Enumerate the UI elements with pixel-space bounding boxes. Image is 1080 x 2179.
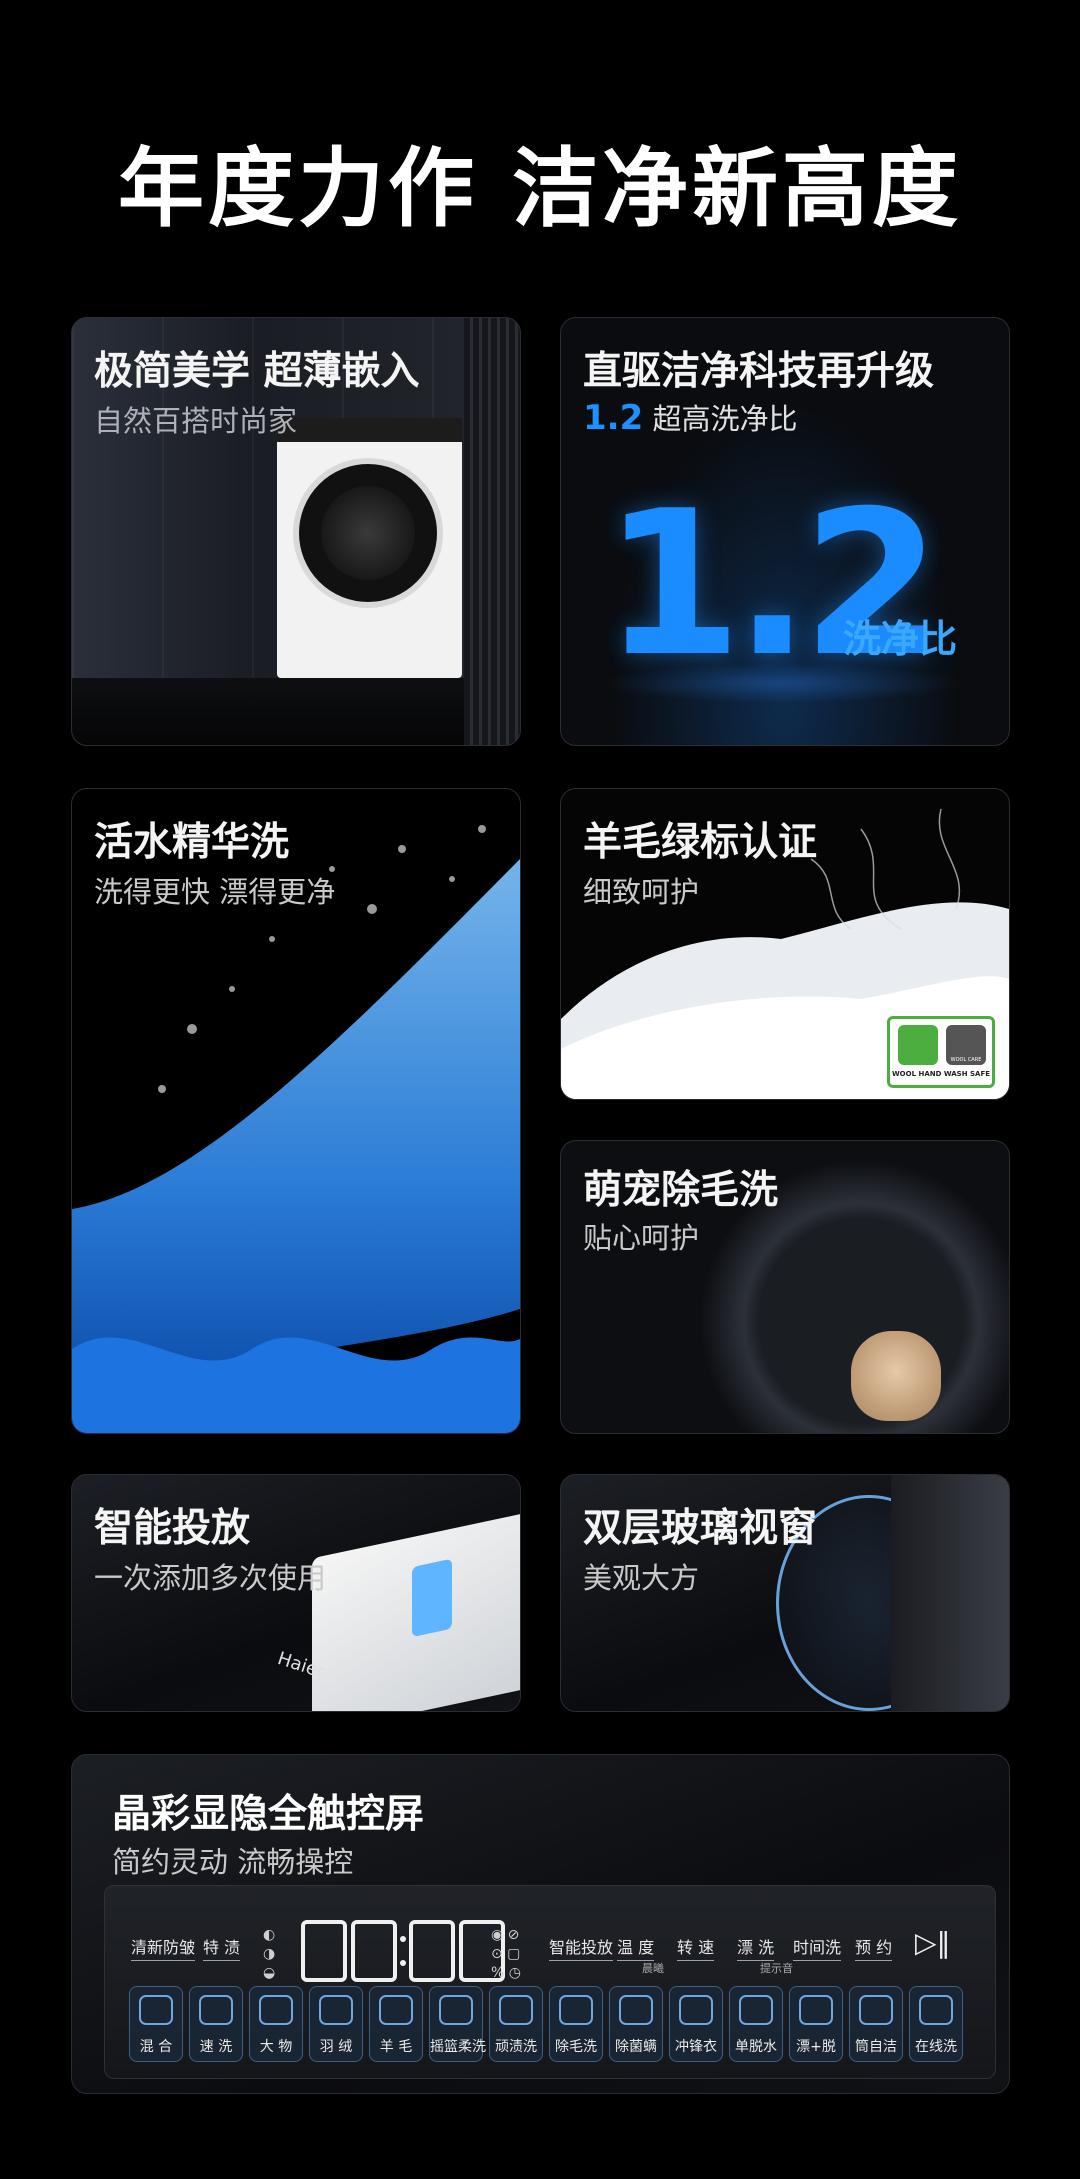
play-pause-icon[interactable]: ▷‖ [915,1926,951,1959]
program-button[interactable]: 在线洗 [909,1986,963,2062]
card-smart-dispense: Haier 智能投放 一次添加多次使用 [71,1474,521,1712]
panel-label[interactable]: 特 渍 [203,1934,241,1961]
wool-care-icon: WOOL CARE [946,1025,986,1065]
dispenser-drawer-image [312,1511,520,1711]
panel-label[interactable]: 温 度 [617,1934,655,1961]
cat-image [851,1331,941,1421]
program-button[interactable]: 除菌螨 [609,1986,663,2062]
program-button[interactable]: 大 物 [249,1986,303,2062]
drum-side-image [891,1475,1009,1711]
card-title: 活水精华洗 [94,820,290,865]
stain-icon [499,1995,533,2025]
panel-label[interactable]: 清新防皱 [131,1934,196,1961]
card-title: 智能投放 [94,1506,251,1551]
reflection-floor [601,663,961,703]
card-title: 双层玻璃视窗 [583,1506,818,1551]
status-icons-left: ◐ ◑ ◒ [263,1927,276,1981]
program-button[interactable]: 单脱水 [729,1986,783,2062]
program-button[interactable]: 摇篮柔洗 [429,1986,486,2062]
card-title: 极简美学 超薄嵌入 [94,349,420,394]
card-title: 羊毛绿标认证 [583,820,818,865]
card-pet-wash: 萌宠除毛洗 贴心呵护 [560,1140,1010,1434]
washer-image [277,418,462,678]
card-subtitle: 自然百搭时尚家 [94,404,298,438]
card-subtitle: 细致呵护 [583,875,700,909]
ratio-subtitle: 超高洗净比 [652,402,798,436]
control-panel: 清新防皱 特 渍 ◐ ◑ ◒ ◉ ⊘ ⊙ ▢% ◷ 智能投放 温 度 转 速 漂 洗 … [104,1885,996,2079]
program-button[interactable]: 顽渍洗 [489,1986,543,2062]
program-button[interactable]: 筒自洁 [849,1986,903,2062]
card-subtitle: 一次添加多次使用 [94,1561,327,1595]
card-title: 直驱洁净科技再升级 [583,349,935,394]
card-wool-care: 羊毛绿标认证 细致呵护 WOOL CARE WOOL HAND WASH SAF… [560,788,1010,1100]
card-glass-window: 双层玻璃视窗 美观大方 [560,1474,1010,1712]
cradle-icon [439,1995,473,2025]
card-touch-screen: 晶彩显隐全触控屏 简约灵动 流畅操控 清新防皱 特 渍 ◐ ◑ ◒ ◉ ⊘ ⊙ ▢% … [71,1754,1010,2094]
program-button[interactable]: 冲锋衣 [669,1986,723,2062]
drum-clean-icon [859,1995,893,2025]
card-subtitle: 美观大方 [583,1561,700,1595]
big-ratio-label: 洗净比 [843,617,958,661]
spin-icon [739,1995,773,2025]
page-title: 年度力作 洁净新高度 [118,139,962,239]
card-subtitle: 洗得更快 漂得更净 [94,875,336,909]
wool-badge: WOOL CARE WOOL HAND WASH SAFE [887,1016,995,1088]
program-button[interactable]: 混 合 [129,1986,183,2062]
panel-label[interactable]: 漂 洗 [737,1934,775,1961]
card-subtitle: 简约灵动 流畅操控 [112,1845,354,1879]
digit-display [301,1916,505,1986]
status-icons-right: ◉ ⊘ ⊙ ▢% ◷ [491,1927,521,1981]
wool-leaf-icon [898,1025,938,1065]
panel-label[interactable]: 预 约 [855,1934,893,1961]
floor [72,678,520,745]
rinse-spin-icon [799,1995,833,2025]
program-button[interactable]: 羊 毛 [369,1986,423,2062]
mixed-wash-icon [139,1995,173,2025]
ratio-highlight: 1.2 [583,398,644,438]
program-button[interactable]: 速 洗 [189,1986,243,2062]
program-button[interactable]: 漂+脱 [789,1986,843,2062]
sub-label: 提示音 [760,1962,793,1975]
sterilize-icon [619,1995,653,2025]
pet-hair-icon [559,1995,593,2025]
phone-icon [919,1995,953,2025]
card-subtitle-line: 1.2 超高洗净比 [583,396,797,438]
program-button[interactable]: 羽 绒 [309,1986,363,2062]
sub-label: 晨曦 [642,1962,664,1975]
card-title: 萌宠除毛洗 [583,1168,779,1213]
bulky-icon [259,1995,293,2025]
panel-label[interactable]: 智能投放 [549,1934,614,1961]
program-button[interactable]: 除毛洗 [549,1986,603,2062]
feather-icon [319,1995,353,2025]
wool-badge-text: WOOL HAND WASH SAFE [891,1070,991,1078]
card-subtitle: 贴心呵护 [583,1221,700,1255]
quick-wash-icon [199,1995,233,2025]
panel-label[interactable]: 转 速 [677,1934,715,1961]
wool-icon [379,1995,413,2025]
card-title: 晶彩显隐全触控屏 [112,1792,425,1837]
wall-edge [464,318,520,745]
panel-label[interactable]: 时间洗 [793,1934,842,1961]
jacket-icon [679,1995,713,2025]
card-wash-ratio: 直驱洁净科技再升级 1.2 超高洗净比 1.2 洗净比 [560,317,1010,746]
card-water-wash: 活水精华洗 洗得更快 漂得更净 [71,788,521,1434]
card-slim-design: 极简美学 超薄嵌入 自然百搭时尚家 [71,317,521,746]
